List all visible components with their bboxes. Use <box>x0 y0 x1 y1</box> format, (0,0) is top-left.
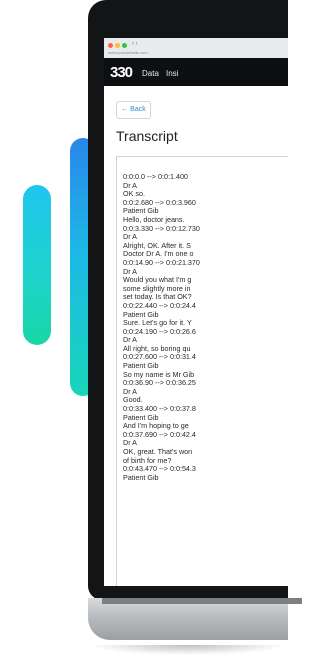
transcript-line: 0:0:14.90 --> 0:0:21.370 <box>123 257 200 267</box>
transcript-line: 0:0:24.190 --> 0:0:26.6 <box>123 326 196 336</box>
transcript-line: 0:0:0.0 --> 0:0:1.400 <box>123 172 188 181</box>
transcript-line: 0:0:3.330 --> 0:0:12.730 <box>123 223 200 233</box>
transcript-panel[interactable]: 0:0:0.0 --> 0:0:1.400 Dr A OK so. 0:0:2.… <box>116 156 288 586</box>
laptop-mockup: ‹ › www.yourwebsite.com 330 Data Insi ← … <box>88 0 302 663</box>
transcript-line: Dr A <box>123 180 137 190</box>
laptop-base <box>88 598 288 640</box>
transcript-line: Patient Gib <box>123 472 159 482</box>
laptop-screen: ‹ › www.yourwebsite.com 330 Data Insi ← … <box>104 38 288 586</box>
page-content: ← Back Transcript 0:0:0.0 --> 0:0:1.400 … <box>116 38 288 586</box>
back-button[interactable]: ← Back <box>116 101 151 119</box>
close-window-dot[interactable] <box>108 43 113 48</box>
decorative-gradient-bar-left <box>23 185 51 345</box>
laptop-base-hinge <box>102 598 302 604</box>
transcript-line: Dr A <box>123 386 137 396</box>
page-title: Transcript <box>116 128 178 144</box>
transcript-line: 0:0:36.90 --> 0:0:36.25 <box>123 378 196 388</box>
transcript-lines: 0:0:0.0 --> 0:0:1.400 Dr A OK so. 0:0:2.… <box>123 172 288 482</box>
transcript-line: 0:0:37.690 --> 0:0:42.4 <box>123 429 196 439</box>
laptop-shadow <box>88 645 288 655</box>
